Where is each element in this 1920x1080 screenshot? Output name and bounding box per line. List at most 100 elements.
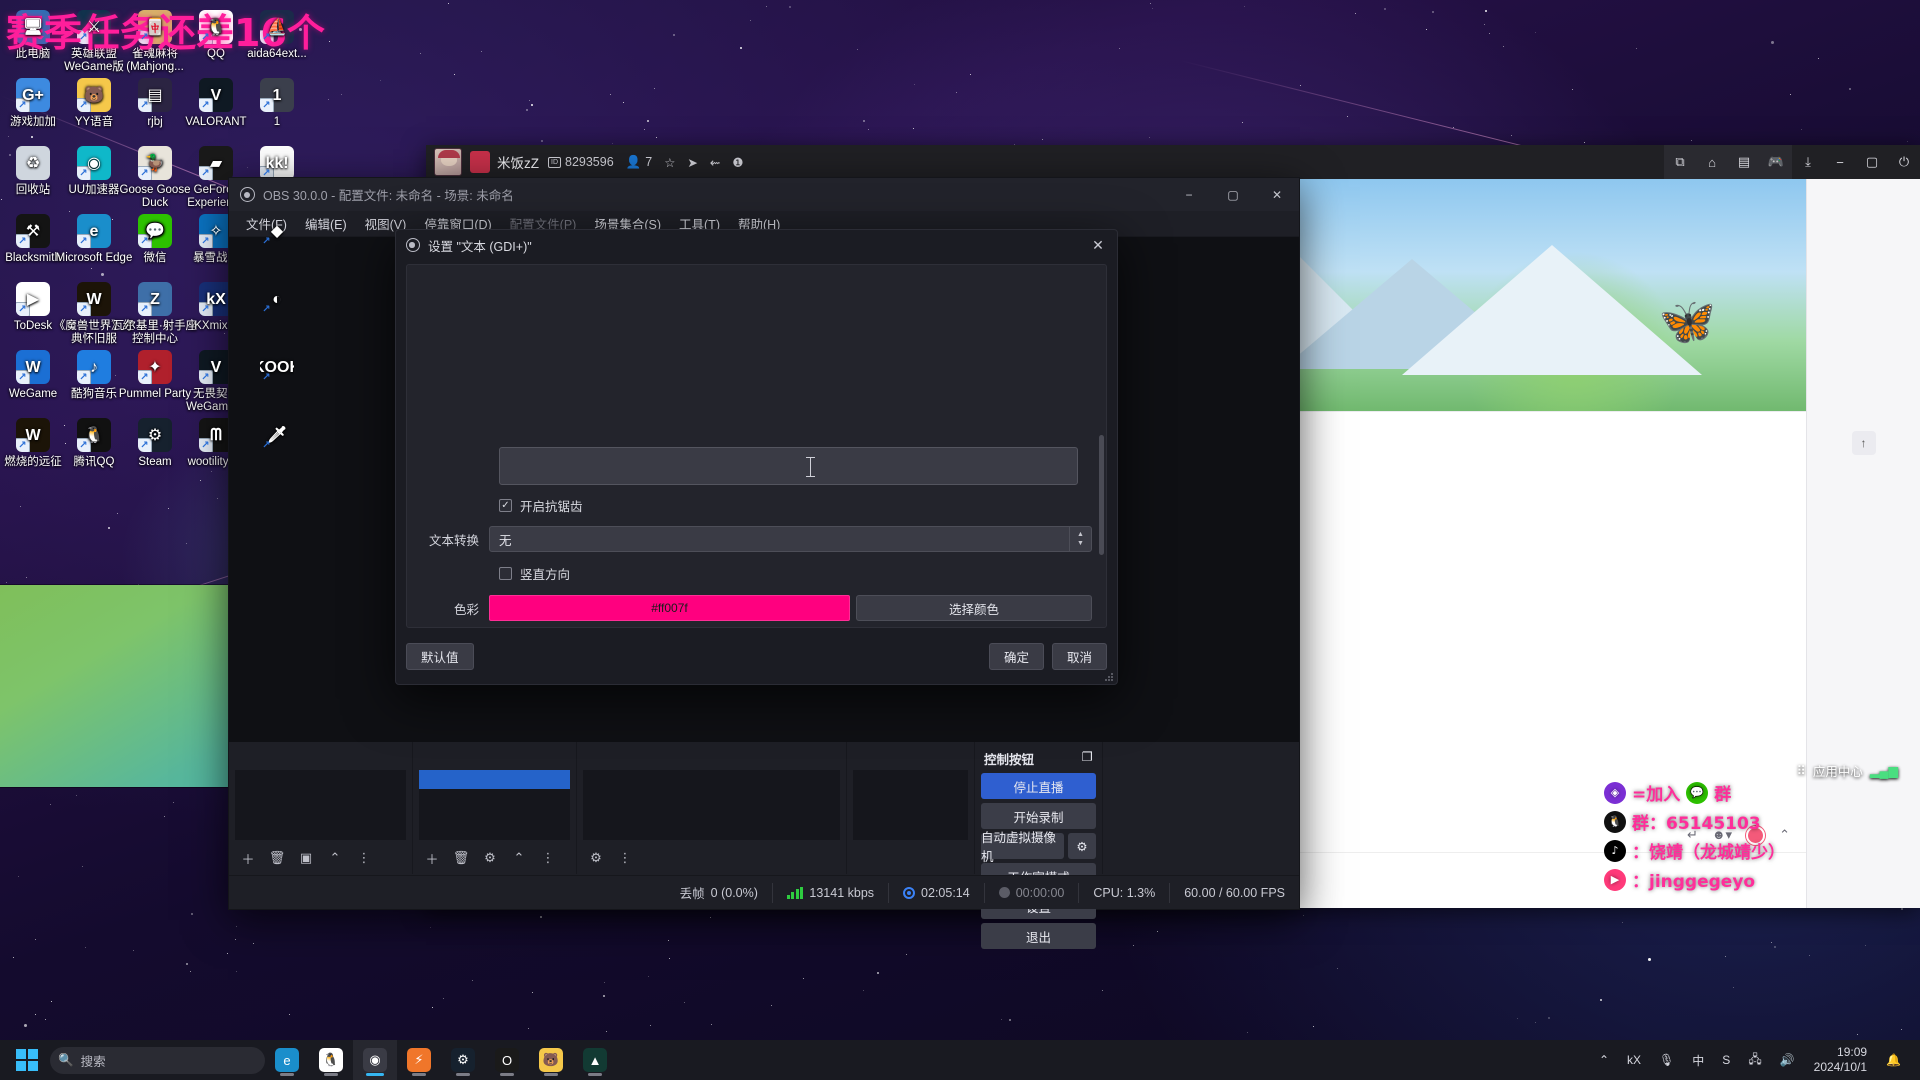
ok-button[interactable]: 确定 [988, 642, 1044, 670]
control-button[interactable]: 停止直播 [981, 773, 1096, 799]
dialog-scrollbar[interactable] [1099, 435, 1104, 555]
download-icon[interactable]: ⤓ [1792, 145, 1824, 179]
o-taskbar-icon[interactable]: O [485, 1040, 529, 1080]
windows-logo-icon[interactable] [16, 1049, 38, 1071]
dock-tool-button[interactable]: ⚙ [477, 846, 503, 870]
text-properties-dialog: 设置 "文本 (GDI+)" ✕ ✓ 开启抗锯齿 文本转换 无 ▲ ▼ 竖直方向… [395, 229, 1118, 685]
triangle-taskbar-icon[interactable]: ▲ [573, 1040, 617, 1080]
transform-select[interactable]: 无 ▲ ▼ [489, 526, 1092, 552]
info-icon[interactable]: ❶ [732, 155, 743, 170]
menu-item[interactable]: 编辑(E) [296, 210, 356, 237]
clock[interactable]: 19:09 2024/10/1 [1804, 1045, 1877, 1075]
power-icon[interactable]: ⏻ [1888, 145, 1920, 179]
share-icon[interactable]: ⇜ [710, 155, 720, 170]
avatar [434, 148, 462, 176]
streamer-name: 米饭zZ [497, 156, 539, 171]
app-center-entry[interactable]: ⠿ 应用中心 ▂▄▆ [1797, 761, 1898, 780]
obs-dock-row: ＋ 🗑 ▣ ⌃ ⋮ ＋ 🗑 ⚙ ⌃ ⋮ ⚙ ⋮ 控制按钮 ❐ 停止直播 开始录制 自动虚 [229, 742, 1299, 949]
dock-tool-button[interactable]: ⋮ [612, 846, 638, 870]
dock-tool-button[interactable]: 🗑 [448, 846, 474, 870]
cpu-value: CPU: 1.3% [1093, 885, 1156, 900]
choose-color-button[interactable]: 选择颜色 [856, 595, 1092, 621]
minimize-icon[interactable]: − [1824, 145, 1856, 179]
vertical-row[interactable]: 竖直方向 [499, 564, 1092, 583]
obs-minimize-button[interactable]: − [1167, 178, 1211, 211]
qq-taskbar-icon[interactable]: 🐧 [309, 1040, 353, 1080]
stream-id-value: 8293596 [565, 155, 614, 169]
search-box[interactable]: 🔍 搜索 [50, 1046, 265, 1074]
text-input[interactable] [499, 447, 1078, 485]
close-icon[interactable]: ✕ [1085, 234, 1111, 256]
obs-taskbar-icon[interactable]: ◉ [353, 1040, 397, 1080]
cancel-button[interactable]: 取消 [1051, 642, 1107, 670]
1-icon: 1 ↗ [260, 78, 294, 112]
stream-time-value: 02:05:14 [921, 885, 970, 900]
volume-icon[interactable]: 🔊 [1771, 1040, 1804, 1080]
antialias-row[interactable]: ✓ 开启抗锯齿 [499, 496, 1092, 515]
kx-tray-icon[interactable]: kX [1618, 1040, 1650, 1080]
yy-taskbar-icon[interactable]: 🐻 [529, 1040, 573, 1080]
desktop-icon[interactable]: 1 ↗ 1 [234, 78, 320, 129]
vertical-checkbox[interactable] [499, 567, 512, 580]
dock-tool-button[interactable]: 🗑 [264, 846, 290, 870]
source-row-selected[interactable] [419, 770, 570, 789]
network-icon[interactable]: 🖧 [1739, 1040, 1770, 1080]
bell-icon[interactable]: 🔔 [1877, 1040, 1910, 1080]
dock-tool-button[interactable]: ⌃ [322, 846, 348, 870]
antialias-checkbox[interactable]: ✓ [499, 499, 512, 512]
dock-tool-button[interactable]: ＋ [419, 846, 445, 870]
edge-taskbar-icon[interactable]: e [265, 1040, 309, 1080]
gear-icon[interactable]: ⚙ [1068, 833, 1096, 859]
dock-tool-button[interactable]: ＋ [235, 846, 261, 870]
butterfly-icon: 🦋 [1658, 295, 1716, 347]
dock-tool-button[interactable]: ▣ [293, 846, 319, 870]
grid-icon[interactable]: ▤ [1728, 145, 1760, 179]
steam-taskbar-icon[interactable]: ⚙ [441, 1040, 485, 1080]
spinner-icon[interactable]: ▲ ▼ [1069, 527, 1091, 551]
home-icon[interactable]: ⌂ [1696, 145, 1728, 179]
obs-close-button[interactable]: ✕ [1255, 178, 1299, 211]
sogou-icon[interactable]: S [1713, 1040, 1739, 1080]
maximize-icon[interactable]: ▢ [1856, 145, 1888, 179]
search-placeholder: 搜索 [80, 1054, 106, 1069]
chevron-up-icon[interactable]: ⌃ [1590, 1040, 1618, 1080]
scenes-list[interactable] [235, 770, 406, 840]
color-swatch[interactable]: #ff007f [489, 595, 850, 621]
ime-icon[interactable]: 中 [1683, 1040, 1713, 1080]
control-button[interactable]: 退出 [981, 923, 1096, 949]
dock-tool-button[interactable]: ⋮ [535, 846, 561, 870]
stream-time-stat: 02:05:14 [888, 882, 984, 903]
dock-tool-button[interactable]: ⚙ [583, 846, 609, 870]
resize-grip[interactable] [1104, 672, 1114, 682]
dock-tool-button[interactable]: ⌃ [506, 846, 532, 870]
screen-icon[interactable]: ⧉ [1664, 145, 1696, 179]
bitrate-value: 13141 kbps [809, 885, 875, 900]
sources-list[interactable] [419, 770, 570, 840]
menu-item[interactable]: 文件(F) [237, 210, 296, 237]
control-button[interactable]: 开始录制 [981, 803, 1096, 829]
transform-row: 文本转换 无 ▲ ▼ [407, 526, 1092, 552]
control-button[interactable]: 自动虚拟摄像机 [981, 831, 1064, 864]
thunder-taskbar-icon[interactable]: ⚡ [397, 1040, 441, 1080]
send-icon[interactable]: ➤ [687, 155, 697, 170]
defaults-button[interactable]: 默认值 [406, 642, 474, 670]
obs-window-title: OBS 30.0.0 - 配置文件: 未命名 - 场景: 未命名 [263, 189, 514, 203]
popout-icon[interactable]: ❐ [1082, 749, 1093, 768]
sources-toolbar: ＋ 🗑 ⚙ ⌃ ⋮ [413, 842, 576, 874]
microphone-icon[interactable]: 🎙 [1650, 1040, 1683, 1080]
obs-titlebar: OBS 30.0.0 - 配置文件: 未命名 - 场景: 未命名 − ▢ ✕ [229, 178, 1299, 211]
star-icon[interactable]: ☆ [664, 155, 675, 170]
stream-live-icon [903, 886, 916, 899]
taskbar: 🔍 搜索 e 🐧 ◉ ⚡ ⚙ O 🐻 ▲ ⌃ kX 🎙 中 S 🖧 🔊 19:09 2024/10/1 🔔 [0, 1040, 1920, 1080]
obs-maximize-button[interactable]: ▢ [1211, 178, 1255, 211]
taskbar-left: 🔍 搜索 e 🐧 ◉ ⚡ ⚙ O 🐻 ▲ [0, 1040, 617, 1080]
scroll-up-button[interactable]: ↑ [1851, 431, 1876, 455]
promo-text-2: 群 [1714, 785, 1732, 805]
promo-text: =加入 [1632, 785, 1681, 805]
game-icon[interactable]: 🎮 [1760, 145, 1792, 179]
transitions-body[interactable] [853, 770, 968, 840]
mixer-channels[interactable] [583, 770, 840, 840]
clock-time: 19:09 [1837, 1045, 1868, 1059]
id-card-icon: ID [548, 156, 561, 168]
dock-tool-button[interactable]: ⋮ [351, 846, 377, 870]
